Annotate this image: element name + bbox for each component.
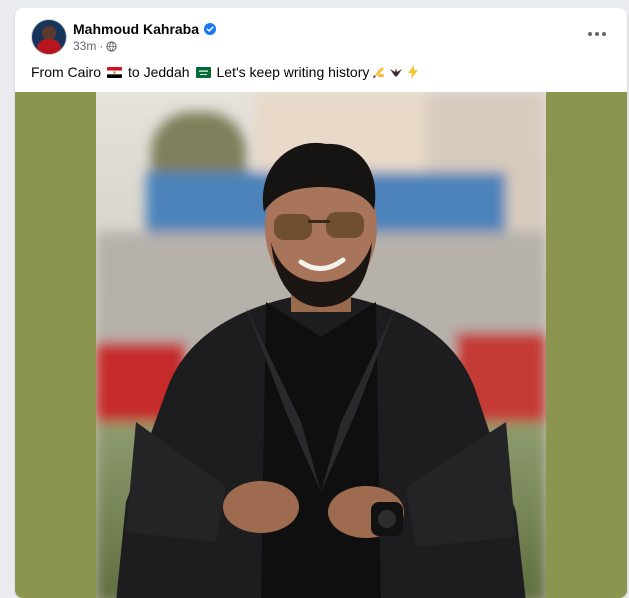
post-meta: 33m · <box>73 39 117 53</box>
egypt-flag-icon <box>107 66 123 78</box>
lightning-icon <box>408 65 419 79</box>
post-header: Mahmoud Kahraba <box>73 21 217 37</box>
caption-part1: From Cairo <box>31 64 102 80</box>
post-media[interactable] <box>15 92 627 598</box>
caption-part2: to Jeddah <box>128 64 190 80</box>
post-card: Mahmoud Kahraba 33m · From Cairo to Jedd… <box>15 8 627 598</box>
post-time[interactable]: 33m <box>73 39 96 53</box>
more-options-icon[interactable] <box>585 24 609 44</box>
saudi-flag-icon <box>195 66 211 78</box>
post-caption: From Cairo to Jeddah Let's keep writing … <box>31 64 420 80</box>
post-photo[interactable] <box>96 92 546 598</box>
verified-badge-icon <box>204 23 217 35</box>
globe-icon[interactable] <box>106 40 117 52</box>
author-name[interactable]: Mahmoud Kahraba <box>73 21 199 37</box>
writing-hand-icon <box>373 67 385 78</box>
player-photo-image <box>96 92 546 598</box>
caption-part3: Let's keep writing history <box>216 64 370 80</box>
eagle-icon <box>390 66 403 77</box>
author-avatar[interactable] <box>31 19 67 55</box>
